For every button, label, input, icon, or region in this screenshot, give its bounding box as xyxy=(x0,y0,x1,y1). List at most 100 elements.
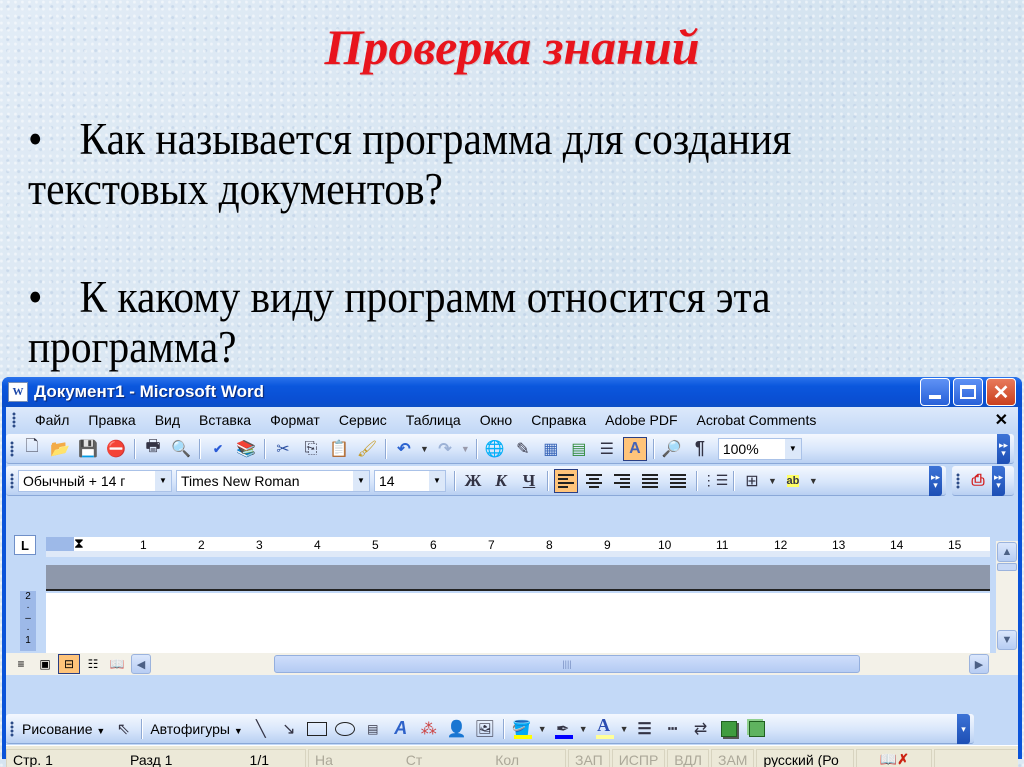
text-box-button[interactable]: ▤ xyxy=(361,717,385,741)
status-rec[interactable]: ЗАП xyxy=(568,748,610,767)
toolbar-options-button[interactable]: ▸▸ ▾ xyxy=(929,465,942,496)
oval-button[interactable] xyxy=(333,717,357,741)
line-color-dropdown-arrow[interactable]: ▼ xyxy=(579,724,588,734)
convert-to-pdf-button[interactable]: ⎙ xyxy=(966,469,990,493)
indent-marker-icon[interactable]: ⧗ xyxy=(74,535,84,552)
title-bar[interactable]: W Документ1 - Microsoft Word ✕ xyxy=(2,377,1022,407)
italic-button[interactable]: К xyxy=(489,469,513,493)
toolbar-options-button[interactable]: ▸▸ ▾ xyxy=(992,465,1005,496)
menu-tools[interactable]: Сервис xyxy=(332,412,399,428)
show-hide-button[interactable]: ¶ xyxy=(688,437,712,461)
status-language[interactable]: русский (Ро xyxy=(756,748,855,767)
toolbar-grip[interactable] xyxy=(10,720,14,737)
scroll-down-button[interactable]: ▼ xyxy=(997,630,1017,650)
scroll-right-button[interactable]: ▶ xyxy=(969,654,989,674)
align-right-button[interactable] xyxy=(610,469,634,493)
vertical-scroll-thumb[interactable] xyxy=(997,563,1017,571)
menu-file[interactable]: Файл xyxy=(28,412,81,428)
permission-button[interactable]: ⛔ xyxy=(104,437,128,461)
vertical-ruler[interactable]: 2 · – · 1 xyxy=(20,591,36,651)
justify-button[interactable] xyxy=(638,469,662,493)
close-button[interactable]: ✕ xyxy=(986,378,1016,406)
toolbar-grip[interactable] xyxy=(10,440,14,457)
scroll-left-button[interactable]: ◀ xyxy=(131,654,151,674)
diagram-button[interactable]: ⁂ xyxy=(417,717,441,741)
status-ext[interactable]: ВДЛ xyxy=(667,748,709,767)
rectangle-button[interactable] xyxy=(305,717,329,741)
undo-dropdown-arrow[interactable]: ▼ xyxy=(420,444,429,454)
open-button[interactable]: 📂 xyxy=(48,437,72,461)
maximize-button[interactable] xyxy=(953,378,983,406)
status-ovr[interactable]: ЗАМ xyxy=(710,748,755,767)
minimize-button[interactable] xyxy=(920,378,950,406)
fill-color-dropdown-arrow[interactable]: ▼ xyxy=(538,724,547,734)
toolbar-options-button[interactable]: ▾ xyxy=(957,713,970,744)
print-preview-button[interactable]: 🔍 xyxy=(169,437,193,461)
wordart-button[interactable]: A xyxy=(389,717,413,741)
horizontal-scroll-thumb[interactable]: |||| xyxy=(274,655,860,673)
menu-acrobat-comments[interactable]: Acrobat Comments xyxy=(690,412,829,428)
menu-view[interactable]: Вид xyxy=(148,412,192,428)
insert-hyperlink-button[interactable]: 🌐 xyxy=(483,437,507,461)
reading-layout-button[interactable]: 📖 xyxy=(106,654,128,674)
tables-borders-button[interactable]: ✎ xyxy=(511,437,535,461)
format-painter-button[interactable]: 🖌 xyxy=(355,437,379,461)
menu-help[interactable]: Справка xyxy=(524,412,598,428)
horizontal-ruler[interactable]: ⧗ 1 2 3 4 5 6 7 8 9 10 11 12 13 14 15 xyxy=(46,535,990,557)
scroll-up-button[interactable]: ▲ xyxy=(997,542,1017,562)
document-page[interactable] xyxy=(46,593,990,653)
paste-button[interactable]: 📋 xyxy=(327,437,351,461)
font-color-dropdown-arrow[interactable]: ▼ xyxy=(620,724,629,734)
insert-excel-button[interactable]: ▤ xyxy=(567,437,591,461)
drawing-toggle-button[interactable]: A xyxy=(622,436,647,461)
research-button[interactable]: 📚 xyxy=(234,437,258,461)
highlight-button[interactable]: ab xyxy=(781,469,805,493)
font-color-button[interactable]: A xyxy=(592,715,616,741)
menu-format[interactable]: Формат xyxy=(263,412,332,428)
fill-color-button[interactable]: 🪣 xyxy=(510,717,534,741)
select-objects-button[interactable]: ⇖ xyxy=(111,717,135,741)
redo-button[interactable]: ↷ xyxy=(433,437,457,461)
font-combo[interactable]: Times New Roman ▼ xyxy=(176,469,370,492)
normal-view-button[interactable]: ≡ xyxy=(10,654,32,674)
web-layout-button[interactable]: ▣ xyxy=(34,654,56,674)
spelling-status[interactable]: 📖✗ xyxy=(856,748,933,767)
toolbar-grip[interactable] xyxy=(10,472,14,489)
font-size-combo[interactable]: 14 ▼ xyxy=(374,469,446,492)
zoom-combo[interactable]: 100% ▼ xyxy=(717,437,802,460)
spelling-button[interactable]: ✔ xyxy=(206,437,230,461)
style-combo[interactable]: Обычный + 14 г ▼ xyxy=(18,469,172,492)
drawing-menu-button[interactable]: Рисование ▼ xyxy=(18,721,109,737)
document-map-button[interactable]: 🔎 xyxy=(660,437,684,461)
vertical-scrollbar[interactable]: ▲ ▼ xyxy=(996,541,1018,653)
arrow-button[interactable]: ↘ xyxy=(277,717,301,741)
autoshapes-menu-button[interactable]: Автофигуры ▼ xyxy=(146,721,246,737)
3d-style-button[interactable] xyxy=(745,717,769,741)
print-layout-button[interactable]: ⊟ xyxy=(58,654,80,674)
line-color-button[interactable]: ✒ xyxy=(551,717,575,741)
line-button[interactable]: ╲ xyxy=(249,717,273,741)
line-style-button[interactable]: ☰ xyxy=(633,717,657,741)
borders-button[interactable]: ⊞ xyxy=(740,469,764,493)
menu-edit[interactable]: Правка xyxy=(81,412,147,428)
status-trk[interactable]: ИСПР xyxy=(611,748,666,767)
redo-dropdown-arrow[interactable]: ▼ xyxy=(461,444,470,454)
clip-art-button[interactable]: 👤 xyxy=(445,717,469,741)
menu-insert[interactable]: Вставка xyxy=(192,412,263,428)
toolbar-grip[interactable] xyxy=(12,412,16,428)
numbering-button[interactable]: ⋮☰ xyxy=(702,469,729,493)
menu-adobe-pdf[interactable]: Adobe PDF xyxy=(598,412,689,428)
new-document-button[interactable]: 🗋 xyxy=(20,437,44,461)
shadow-style-button[interactable] xyxy=(717,717,741,741)
menu-table[interactable]: Таблица xyxy=(399,412,473,428)
chevron-down-icon[interactable]: ▼ xyxy=(784,438,801,459)
print-button[interactable]: 🖶 xyxy=(141,437,165,461)
bold-button[interactable]: Ж xyxy=(461,469,485,493)
chevron-down-icon[interactable]: ▼ xyxy=(155,470,171,491)
insert-picture-button[interactable]: 🖼 xyxy=(473,717,497,741)
menu-window[interactable]: Окно xyxy=(473,412,525,428)
underline-button[interactable]: Ч xyxy=(517,469,541,493)
undo-button[interactable]: ↶ xyxy=(392,437,416,461)
arrow-style-button[interactable]: ⇄ xyxy=(689,717,713,741)
toolbar-options-button[interactable]: ▸▸ ▾ xyxy=(997,433,1010,464)
